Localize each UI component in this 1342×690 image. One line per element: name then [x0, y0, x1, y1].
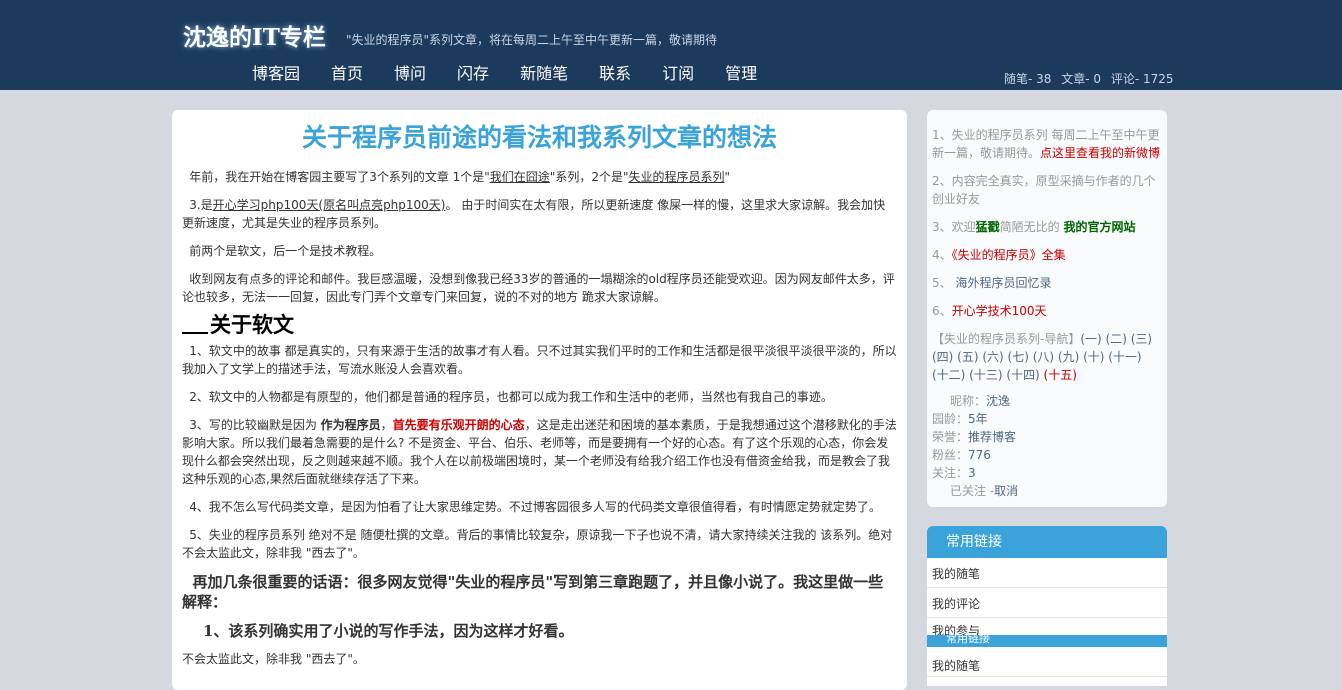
common-links-title-duplicate: 常用链接	[927, 635, 1167, 647]
blog-header: 沈逸的IT专栏 "失业的程序员"系列文章，将在每周二上午至中午更新一篇，敬请期待…	[0, 0, 1342, 90]
soft-point-5: 5、失业的程序员系列 绝对不是 随便杜撰的文章。背后的事情比较复杂，原谅我一下子…	[182, 528, 893, 560]
fans-label: 粉丝：	[932, 448, 969, 462]
nav-new-post[interactable]: 新随笔	[520, 60, 568, 84]
post-paragraph-intro: 年前，我在开始在博客园主要写了3个系列的文章 1个是"我们在囧途"系列，2个是"…	[182, 168, 897, 186]
nav-subscribe[interactable]: 订阅	[662, 60, 694, 84]
notice-3-bold: 猛戳	[975, 220, 1000, 234]
honor-label: 荣誉：	[932, 430, 969, 444]
stat-posts: 随笔- 38	[1004, 72, 1052, 86]
link-my-participation[interactable]: 我的参与	[927, 618, 1167, 635]
notice-1: 1、失业的程序员系列 每周二上午至中午更新一篇，敬请期待。点这里查看我的新微博	[932, 126, 1162, 162]
link-full-collection[interactable]: 《失业的程序员》全集	[952, 248, 1066, 262]
profile-honor: 荣誉：推荐博客	[932, 428, 1162, 446]
extra-notes-heading: 再加几条很重要的话语：很多网友觉得"失业的程序员"写到第三章跑题了，并且像小说了…	[182, 573, 884, 611]
link-nickname[interactable]: 沈逸	[986, 394, 1010, 408]
intro-text-3: "	[724, 170, 731, 184]
profile-fans: 粉丝：776	[932, 446, 1162, 464]
link-jiongtu-series[interactable]: 我们在囧途	[490, 170, 550, 184]
post-paragraph-types: 前两个是软文，后一个是技术教程。	[189, 244, 382, 258]
soft-point-3: 3、写的比较幽默是因为 作为程序员，首先要有乐观开朗的心态，这是走出迷茫和困境的…	[182, 416, 897, 488]
notice-2: 2、内容完全真实，原型采摘与作者的几个创业好友	[932, 174, 1156, 206]
link-fans[interactable]: 776	[968, 448, 991, 462]
post-container: 关于程序员前途的看法和我系列文章的想法 年前，我在开始在博客园主要写了3个系列的…	[172, 110, 907, 690]
link-follow[interactable]: 3	[968, 466, 976, 480]
nav-admin[interactable]: 管理	[725, 60, 757, 84]
blog-stats: 随笔- 38 文章- 0 评论- 1725	[1004, 70, 1180, 87]
nav-flash[interactable]: 闪存	[457, 60, 489, 84]
common-links-panel: 常用链接 我的随笔 我的评论 我的参与 常用链接 我的随笔	[927, 526, 1167, 686]
section-heading-soft: 关于软文	[182, 314, 897, 335]
stat-comments: 评论- 1725	[1110, 72, 1174, 86]
link-my-posts[interactable]: 我的随笔	[927, 558, 1167, 588]
profile-info: 昵称：沈逸 园龄：5年 荣誉：推荐博客 粉丝：776 关注：3 已关注 -取消	[932, 392, 1162, 500]
notice-6-text: 6、	[932, 304, 952, 318]
profile-age: 园龄：5年	[932, 410, 1162, 428]
link-my-posts-duplicate[interactable]: 我的随笔	[927, 647, 1167, 677]
point3-bold: 作为程序员	[320, 418, 381, 432]
link-overseas-memoir[interactable]: 海外程序员回忆录	[955, 276, 1051, 290]
intro-text: 年前，我在开始在博客园主要写了3个系列的文章 1个是"	[189, 170, 490, 184]
post-body: 年前，我在开始在博客园主要写了3个系列的文章 1个是"我们在囧途"系列，2个是"…	[172, 168, 907, 668]
post-title[interactable]: 关于程序员前途的看法和我系列文章的想法	[172, 118, 907, 154]
followed-text: 已关注 -	[950, 484, 995, 498]
post-paragraph-php: 3.是开心学习php100天(原名叫点亮php100天)。 由于时间实在太有限，…	[182, 196, 897, 232]
notice-5: 5、 海外程序员回忆录	[932, 274, 1162, 292]
nav-contact[interactable]: 联系	[599, 60, 631, 84]
nick-label: 昵称：	[950, 394, 987, 408]
stat-articles: 文章- 0	[1061, 72, 1102, 86]
point3-red: 首先要有乐观开朗的心态	[392, 418, 525, 432]
main-nav: 博客园 首页 博问 闪存 新随笔 联系 订阅 管理	[252, 60, 788, 84]
series-nav-latest[interactable]: (十五)	[1040, 368, 1077, 382]
notice-4: 4、《失业的程序员》全集	[932, 246, 1162, 264]
notice-3-text-2: 简陋无比的	[999, 220, 1064, 234]
heading-underline	[182, 332, 208, 334]
notice-3-text: 3、欢迎	[932, 220, 976, 234]
extra-note-1: 1、该系列确实用了小说的写作手法，因为这样才好看。	[203, 622, 574, 640]
soft-point-1: 1、软文中的故事 都是真实的，只有来源于生活的故事才有人看。只不过其实我们平时的…	[182, 344, 897, 376]
post-paragraph-thanks: 收到网友有点多的评论和邮件。我巨感温暖，没想到像我已经33岁的普通的一塌糊涂的o…	[182, 272, 895, 304]
link-official-site[interactable]: 我的官方网站	[1063, 220, 1135, 234]
profile-nickname: 昵称：沈逸	[932, 392, 1162, 410]
section-heading-text: 关于软文	[210, 312, 294, 337]
soft-point-2: 2、软文中的人物都是有原型的，他们都是普通的程序员，也都可以成为我工作和生活中的…	[189, 390, 833, 404]
point3-text: 3、写的比较幽默是因为	[189, 418, 321, 432]
link-honor[interactable]: 推荐博客	[968, 430, 1016, 444]
notice-5-text: 5、	[932, 276, 956, 290]
profile-follow: 关注：3	[932, 464, 1162, 482]
unfollow-link[interactable]: 取消	[994, 484, 1018, 498]
sidebar-notice: 1、失业的程序员系列 每周二上午至中午更新一篇，敬请期待。点这里查看我的新微博 …	[927, 110, 1167, 507]
blog-title[interactable]: 沈逸的IT专栏	[183, 18, 326, 52]
nav-home[interactable]: 首页	[331, 60, 363, 84]
profile-followed: 已关注 -取消	[932, 482, 1162, 500]
notice-4-text: 4、	[932, 248, 952, 262]
php-text: 3.是	[189, 198, 213, 212]
notice-6: 6、开心学技术100天	[932, 302, 1162, 320]
follow-label: 关注：	[932, 466, 969, 480]
post-tail-text: 不会太监此文，除非我 "西去了"。	[182, 652, 365, 666]
link-age[interactable]: 5年	[968, 412, 988, 426]
blog-subtitle: "失业的程序员"系列文章，将在每周二上午至中午更新一篇，敬请期待	[346, 33, 718, 47]
age-label: 园龄：	[932, 412, 969, 426]
nav-question[interactable]: 博问	[394, 60, 426, 84]
soft-point-4: 4、我不怎么写代码类文章，是因为怕看了让大家思维定势。不过博客园很多人写的代码类…	[189, 500, 881, 514]
intro-text-2: "系列，2个是"	[549, 170, 629, 184]
link-learn-100-days[interactable]: 开心学技术100天	[952, 304, 1047, 318]
link-my-comments[interactable]: 我的评论	[927, 588, 1167, 618]
link-weibo[interactable]: 点这里查看我的新微博	[1040, 146, 1160, 160]
series-navigation: 【失业的程序员系列-导航】(一) (二) (三) (四) (五) (六) (七)…	[932, 330, 1162, 384]
point3-comma: ，	[380, 418, 393, 432]
series-nav-label: 【失业的程序员系列-导航】	[932, 332, 1081, 346]
common-links-title: 常用链接	[927, 526, 1167, 558]
link-unemployed-series[interactable]: 失业的程序员系列	[629, 170, 725, 184]
link-php100[interactable]: 开心学习php100天(原名叫点亮php100天)	[213, 198, 446, 212]
nav-cnblogs[interactable]: 博客园	[252, 60, 300, 84]
notice-3: 3、欢迎猛戳简陋无比的 我的官方网站	[932, 218, 1162, 236]
